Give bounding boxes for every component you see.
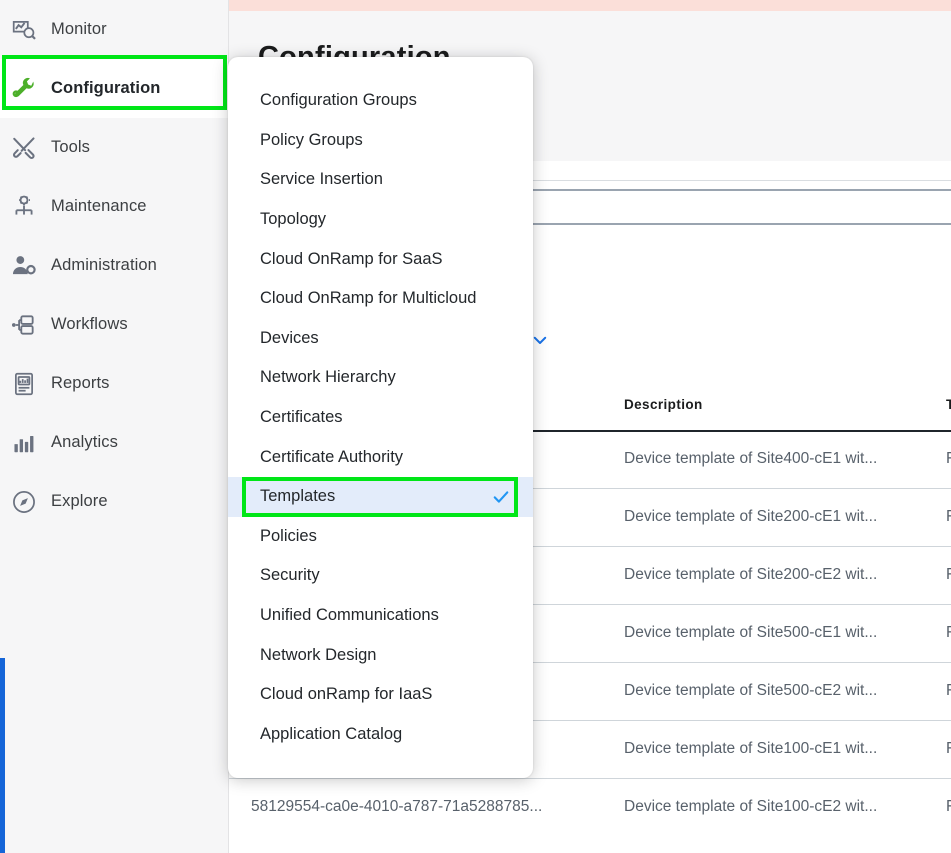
cell-type: F [946, 450, 951, 467]
check-icon [491, 487, 511, 507]
sidebar-item-workflows[interactable]: Workflows [0, 295, 228, 354]
monitor-search-icon [11, 13, 51, 47]
menu-item-network-design[interactable]: Network Design [228, 635, 533, 675]
sidebar-item-label: Administration [51, 256, 157, 274]
sidebar-item-configuration[interactable]: Configuration [0, 59, 228, 118]
menu-item-label: Topology [260, 210, 327, 229]
menu-item-label: Policy Groups [260, 130, 363, 149]
sidebar-item-label: Tools [51, 138, 91, 156]
menu-item-label: Security [260, 566, 320, 585]
sidebar-item-tools[interactable]: Tools [0, 118, 228, 177]
sidebar-item-maintenance[interactable]: Maintenance [0, 177, 228, 236]
menu-item-cloud-onramp-for-saas[interactable]: Cloud OnRamp for SaaS [228, 239, 533, 279]
menu-item-security[interactable]: Security [228, 556, 533, 596]
menu-item-label: Policies [260, 526, 317, 545]
sidebar-item-label: Monitor [51, 20, 107, 38]
page-scrollbar[interactable] [0, 658, 5, 853]
menu-item-cloud-onramp-for-multicloud[interactable]: Cloud OnRamp for Multicloud [228, 279, 533, 319]
sidebar-item-label: Analytics [51, 433, 118, 451]
menu-item-service-insertion[interactable]: Service Insertion [228, 160, 533, 200]
menu-item-label: Templates [260, 487, 336, 506]
menu-item-label: Devices [260, 328, 319, 347]
sidebar-item-analytics[interactable]: Analytics [0, 413, 228, 472]
menu-item-label: Service Insertion [260, 170, 383, 189]
menu-item-label: Configuration Groups [260, 91, 417, 110]
sidebar-item-label: Explore [51, 492, 108, 510]
cell-description: Device template of Site200-cE2 wit... [624, 566, 878, 583]
cell-type: F [946, 682, 951, 699]
menu-item-policies[interactable]: Policies [228, 517, 533, 557]
column-header-type[interactable]: T [946, 397, 951, 412]
menu-item-topology[interactable]: Topology [228, 200, 533, 240]
cell-type: F [946, 798, 951, 815]
menu-item-label: Certificate Authority [260, 447, 404, 466]
user-gear-icon [11, 249, 51, 283]
cell-description: Device template of Site500-cE1 wit... [624, 624, 878, 641]
cell-description: Device template of Site200-cE1 wit... [624, 508, 878, 525]
cell-type: F [946, 508, 951, 525]
menu-item-certificates[interactable]: Certificates [228, 398, 533, 438]
menu-item-unified-communications[interactable]: Unified Communications [228, 596, 533, 636]
menu-item-templates[interactable]: Templates [228, 476, 533, 517]
cell-type: F [946, 566, 951, 583]
sidebar-item-label: Maintenance [51, 197, 147, 215]
compass-icon [11, 485, 51, 519]
sidebar-item-label: Configuration [51, 79, 161, 97]
menu-item-label: Cloud onRamp for IaaS [260, 685, 433, 704]
configuration-dropdown-menu: Configuration Groups Policy Groups Servi… [228, 57, 533, 778]
sidebar-item-monitor[interactable]: Monitor [0, 0, 228, 59]
menu-item-cloud-onramp-for-iaas[interactable]: Cloud onRamp for IaaS [228, 675, 533, 715]
cell-description: Device template of Site100-cE2 wit... [624, 798, 878, 815]
menu-item-network-hierarchy[interactable]: Network Hierarchy [228, 358, 533, 398]
menu-item-label: Network Hierarchy [260, 368, 396, 387]
menu-item-label: Unified Communications [260, 606, 439, 625]
menu-item-application-catalog[interactable]: Application Catalog [228, 715, 533, 755]
menu-item-label: Certificates [260, 408, 343, 427]
menu-item-policy-groups[interactable]: Policy Groups [228, 121, 533, 161]
cell-type: F [946, 740, 951, 757]
bar-chart-icon [11, 426, 51, 460]
workflow-icon [11, 308, 51, 342]
cell-type: F [946, 624, 951, 641]
cell-description: Device template of Site500-cE2 wit... [624, 682, 878, 699]
sidebar-item-administration[interactable]: Administration [0, 236, 228, 295]
cell-id: 58129554-ca0e-4010-a787-71a5288785... [251, 798, 543, 815]
menu-item-label: Application Catalog [260, 724, 403, 743]
tools-icon [11, 131, 51, 165]
sidebar: Monitor Configuration Tools Maintenance … [0, 0, 229, 853]
maintenance-gear-icon [11, 190, 51, 224]
sidebar-item-explore[interactable]: Explore [0, 472, 228, 531]
wrench-icon [11, 72, 51, 106]
sidebar-item-reports[interactable]: Reports [0, 354, 228, 413]
menu-item-label: Network Design [260, 645, 377, 664]
cell-description: Device template of Site400-cE1 wit... [624, 450, 878, 467]
chevron-down-icon[interactable] [531, 331, 549, 349]
menu-item-configuration-groups[interactable]: Configuration Groups [228, 81, 533, 121]
report-document-icon [11, 367, 51, 401]
app-root: Monitor Configuration Tools Maintenance … [0, 0, 951, 853]
menu-item-certificate-authority[interactable]: Certificate Authority [228, 437, 533, 477]
notification-banner [228, 0, 951, 11]
column-header-description[interactable]: Description [624, 397, 703, 412]
menu-item-label: Cloud OnRamp for Multicloud [260, 289, 477, 308]
menu-item-devices[interactable]: Devices [228, 319, 533, 359]
cell-description: Device template of Site100-cE1 wit... [624, 740, 878, 757]
sidebar-item-label: Reports [51, 374, 110, 392]
sidebar-item-label: Workflows [51, 315, 128, 333]
table-row[interactable]: 58129554-ca0e-4010-a787-71a5288785... De… [229, 779, 951, 836]
menu-item-label: Cloud OnRamp for SaaS [260, 249, 443, 268]
